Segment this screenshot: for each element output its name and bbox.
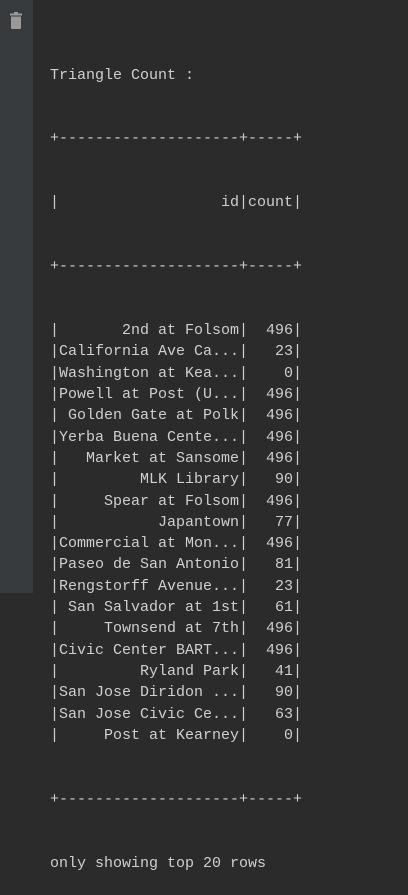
cell-output: Triangle Count : +--------------------+-… [50,22,302,895]
table-body: | 2nd at Folsom| 496| |California Ave Ca.… [50,320,302,746]
table-row: | San Salvador at 1st| 61| [50,599,303,617]
table-row: | 2nd at Folsom| 496| [50,322,303,340]
table-row: |Washington at Kea...| 0| [50,364,303,382]
table-border-top: +--------------------+-----+ [50,130,303,148]
table-row: |Powell at Post (U...| 496| [50,386,303,404]
table-row: | Market at Sansome| 496| [50,449,303,467]
table-row: |San Jose Diridon ...| 90| [50,684,303,702]
table-row: |Civic Center BART...| 496| [50,641,303,659]
table-border-mid: +--------------------+-----+ [50,258,303,276]
table-row: |San Jose Civic Ce...| 63| [50,705,303,723]
table-row: |Commercial at Mon...| 496| [50,535,303,553]
table-border-bottom: +--------------------+-----+ [50,790,303,808]
table-row: |Paseo de San Antonio| 81| [50,556,303,574]
output-footer: only showing top 20 rows [50,854,267,872]
table-row: | Spear at Folsom| 496| [50,492,303,510]
table-row: |Rengstorff Avenue...| 23| [50,577,303,595]
trash-icon[interactable] [10,12,22,29]
table-row: | Townsend at 7th| 496| [50,620,303,638]
output-title: Triangle Count : [50,66,195,84]
table-row: |Yerba Buena Cente...| 496| [50,428,303,446]
table-row: |California Ave Ca...| 23| [50,343,303,361]
table-row: | Japantown| 77| [50,513,303,531]
table-row: | Golden Gate at Polk| 496| [50,407,303,425]
cell-gutter [0,0,33,593]
table-header: | id|count| [50,194,303,212]
table-row: | Ryland Park| 41| [50,662,303,680]
table-row: | Post at Kearney| 0| [50,726,303,744]
table-row: | MLK Library| 90| [50,471,303,489]
